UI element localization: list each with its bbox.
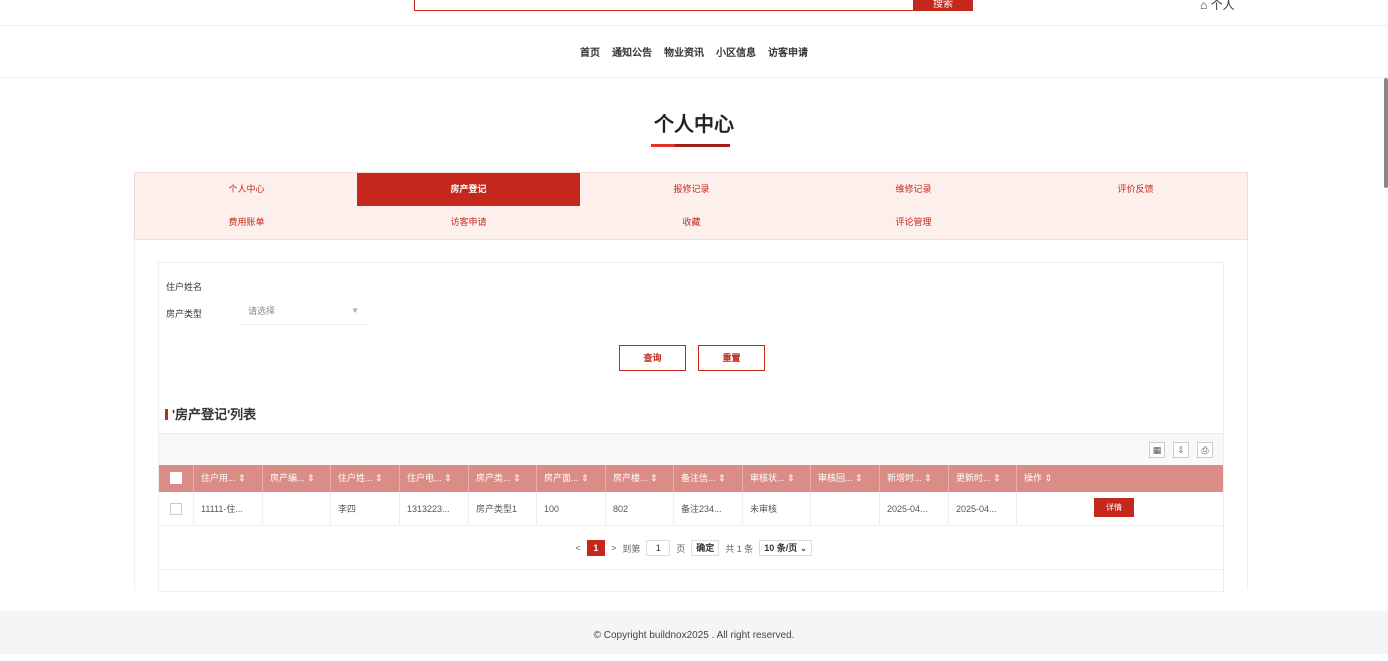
column-header[interactable]: 房产编... ⇕: [263, 465, 331, 492]
nav-item-visitor[interactable]: 访客申请: [768, 44, 808, 59]
nav-item-community[interactable]: 小区信息: [716, 44, 756, 59]
table-cell: 未审核: [743, 492, 811, 526]
table-cell: 李四: [331, 492, 400, 526]
column-header[interactable]: 房产面... ⇕: [537, 465, 606, 492]
title-underline: [651, 144, 730, 147]
table-row: 11111-住... 李四 1313223... 房产类型1 100 802 备…: [159, 492, 1223, 526]
column-header[interactable]: 住户用... ⇕: [194, 465, 263, 492]
column-header[interactable]: 操作 ⇕: [1017, 465, 1223, 492]
goto-label: 到第: [622, 543, 641, 554]
query-button[interactable]: 查询: [619, 345, 686, 371]
page-title: 个人中心: [654, 114, 734, 136]
table-cell: 802: [606, 492, 674, 526]
list-title: '房产登记'列表: [165, 404, 256, 423]
current-page[interactable]: 1: [586, 540, 605, 556]
tab-comment-management[interactable]: 评论管理: [802, 206, 1025, 239]
table-cell: [811, 492, 880, 526]
total-count: 共 1 条: [725, 543, 754, 554]
search-input[interactable]: [414, 0, 914, 11]
pagination: < 1 > 到第 1 页 确定 共 1 条 10 条/页 ⌄: [0, 540, 1388, 556]
row-checkbox[interactable]: [170, 503, 182, 515]
column-header[interactable]: 房产类... ⇕: [469, 465, 537, 492]
tab-favorites[interactable]: 收藏: [580, 206, 803, 239]
nav-item-home[interactable]: 首页: [580, 44, 600, 59]
next-page-button[interactable]: >: [611, 543, 616, 553]
table-cell: 2025-04...: [880, 492, 949, 526]
tab-bar: 个人中心 房产登记 报修记录 维修记录 评价反馈 费用账单 访客申请 收藏 评论…: [134, 172, 1248, 240]
property-type-select[interactable]: 请选择 ▼: [240, 297, 367, 325]
table-toolbar: ▦ ⇩ ⎙: [159, 433, 1223, 465]
user-label: 个人: [1210, 0, 1235, 12]
tab-repair-records[interactable]: 报修记录: [580, 173, 803, 206]
table-cell: 房产类型1: [469, 492, 537, 526]
user-menu[interactable]: ⌂ 个人: [1200, 0, 1235, 13]
page-unit-label: 页: [676, 543, 686, 554]
footer: © Copyright buildnox2025 . All right res…: [0, 611, 1388, 654]
search-button[interactable]: 搜索: [913, 0, 973, 11]
table-cell: 100: [537, 492, 606, 526]
page-scrollbar[interactable]: [1384, 78, 1388, 188]
column-header[interactable]: 审核回... ⇕: [811, 465, 880, 492]
property-type-label: 房产类型: [166, 309, 203, 319]
column-header[interactable]: 房产楼... ⇕: [606, 465, 674, 492]
table-cell: 2025-04...: [949, 492, 1017, 526]
select-all-checkbox[interactable]: [170, 472, 182, 484]
tab-personal-center[interactable]: 个人中心: [135, 173, 358, 206]
export-icon[interactable]: ⇩: [1173, 442, 1189, 458]
table-cell: 1313223...: [400, 492, 469, 526]
detail-button[interactable]: 详情: [1094, 498, 1134, 517]
tab-bills[interactable]: 费用账单: [135, 206, 358, 239]
tab-property-registration[interactable]: 房产登记: [357, 173, 580, 206]
column-header[interactable]: 住户姓... ⇕: [331, 465, 400, 492]
copyright-text: © Copyright buildnox2025 . All right res…: [593, 630, 795, 641]
select-all-cell: [159, 465, 194, 492]
tab-maintenance-records[interactable]: 维修记录: [802, 173, 1025, 206]
goto-page-input[interactable]: 1: [646, 540, 671, 556]
table-cell: 备注234...: [674, 492, 743, 526]
tab-feedback[interactable]: 评价反馈: [1024, 173, 1247, 206]
chevron-down-icon: ▼: [351, 306, 359, 315]
divider: [159, 569, 1223, 570]
property-type-placeholder: 请选择: [248, 306, 276, 316]
goto-confirm-button[interactable]: 确定: [691, 540, 720, 556]
row-select-cell: [159, 492, 194, 526]
nav-item-news[interactable]: 物业资讯: [664, 44, 704, 59]
top-bar: 搜索 ⌂ 个人: [0, 0, 1388, 26]
column-header[interactable]: 住户电... ⇕: [400, 465, 469, 492]
column-header[interactable]: 新增时... ⇕: [880, 465, 949, 492]
main-nav: 首页 通知公告 物业资讯 小区信息 访客申请: [0, 26, 1388, 78]
reset-button[interactable]: 重置: [698, 345, 765, 371]
table-cell: [263, 492, 331, 526]
list-title-text: '房产登记'列表: [172, 407, 257, 422]
columns-icon[interactable]: ▦: [1149, 442, 1165, 458]
resident-name-label: 住户姓名: [166, 282, 203, 292]
tab-visitor-application[interactable]: 访客申请: [357, 206, 580, 239]
nav-item-notices[interactable]: 通知公告: [612, 44, 652, 59]
prev-page-button[interactable]: <: [576, 543, 581, 553]
column-header[interactable]: 更新时... ⇕: [949, 465, 1017, 492]
print-icon[interactable]: ⎙: [1197, 442, 1213, 458]
column-header[interactable]: 审核状... ⇕: [743, 465, 811, 492]
table-header: 住户用... ⇕ 房产编... ⇕ 住户姓... ⇕ 住户电... ⇕ 房产类.…: [159, 465, 1223, 492]
table-cell: 11111-住...: [194, 492, 263, 526]
user-icon: ⌂: [1200, 0, 1208, 12]
page-size-select[interactable]: 10 条/页 ⌄: [759, 540, 813, 556]
title-accent-bar: [165, 409, 168, 420]
column-header[interactable]: 备注信... ⇕: [674, 465, 743, 492]
